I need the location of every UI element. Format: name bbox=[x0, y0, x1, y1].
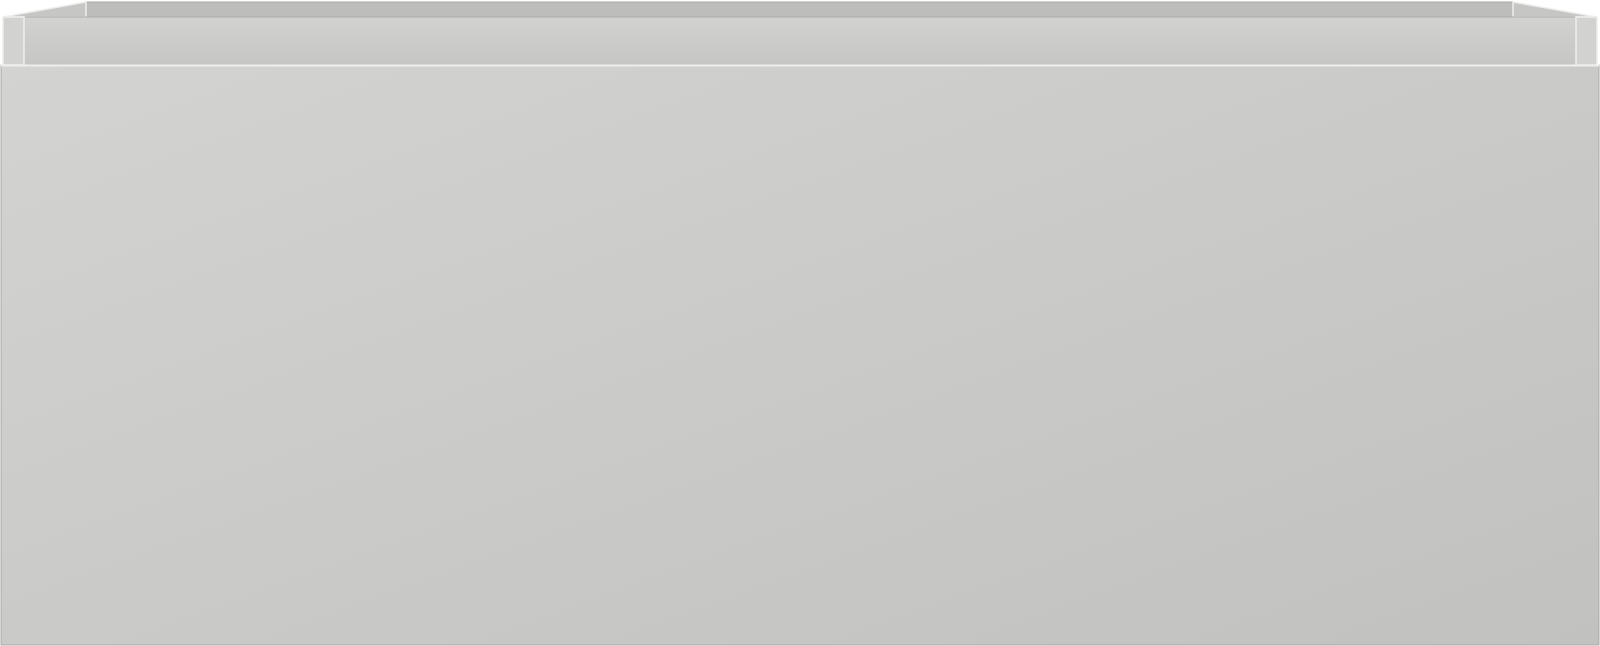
drawer-top-rim bbox=[2, 16, 1598, 66]
drawer-front-panel bbox=[0, 64, 1600, 646]
drawer-right-bevel bbox=[1512, 1, 1598, 18]
drawer-illustration bbox=[0, 0, 1600, 646]
drawer-graphic bbox=[0, 1, 1600, 646]
drawer-rim-right-post bbox=[1575, 16, 1598, 66]
drawer-rim-left-post bbox=[2, 16, 25, 66]
drawer-left-bevel bbox=[2, 1, 87, 18]
drawer-back-wall bbox=[85, 1, 1514, 18]
